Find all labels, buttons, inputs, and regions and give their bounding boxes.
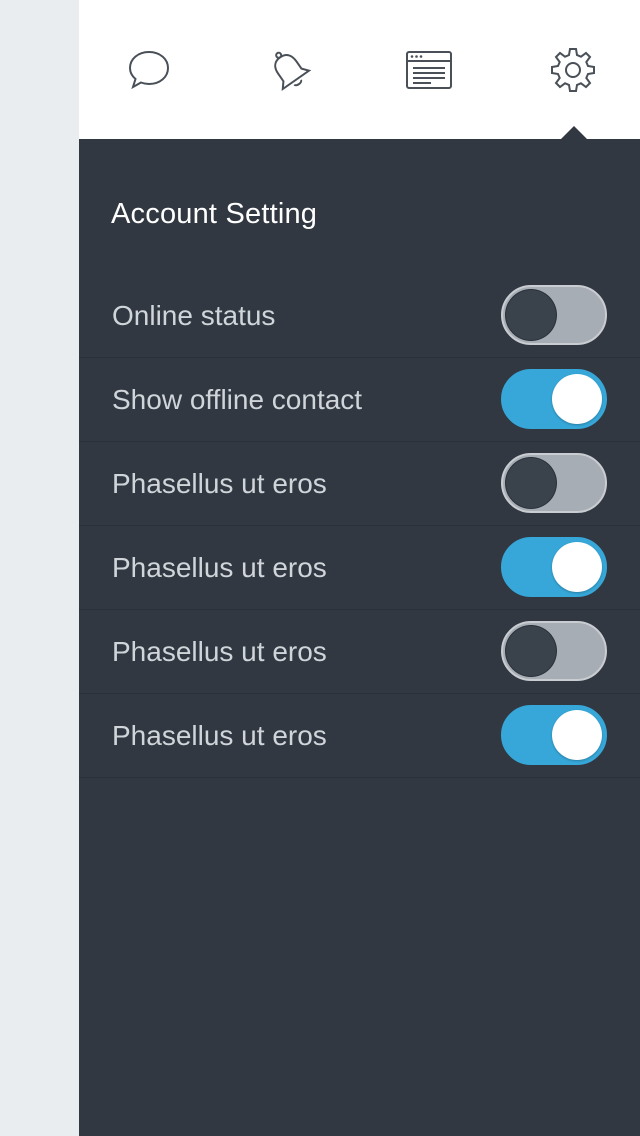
toggle-knob — [552, 542, 602, 592]
setting-label: Phasellus ut eros — [112, 552, 327, 583]
background-strip — [0, 0, 79, 1136]
setting-label: Phasellus ut eros — [112, 720, 327, 751]
setting-toggle-switch[interactable] — [501, 537, 607, 597]
tab-notifications[interactable] — [263, 44, 315, 96]
settings-row: Phasellus ut eros — [79, 694, 640, 778]
settings-row: Phasellus ut eros — [79, 442, 640, 526]
setting-label: Phasellus ut eros — [112, 636, 327, 667]
setting-label: Show offline contact — [112, 384, 363, 415]
bell-icon — [274, 51, 312, 92]
settings-row: Phasellus ut eros — [79, 526, 640, 610]
gear-icon — [551, 48, 595, 92]
setting-label: Online status — [112, 300, 276, 331]
settings-panel: Account Setting Online status Show offlin… — [79, 0, 640, 1136]
setting-toggle-switch[interactable] — [501, 621, 607, 681]
settings-row: Show offline contact — [79, 358, 640, 442]
tab-browser[interactable] — [403, 44, 455, 96]
setting-toggle-switch[interactable] — [501, 285, 607, 345]
toggle-knob — [552, 374, 602, 424]
active-tab-indicator — [561, 126, 587, 139]
setting-toggle-switch[interactable] — [501, 705, 607, 765]
settings-row: Online status — [79, 274, 640, 358]
settings-row: Phasellus ut eros — [79, 610, 640, 694]
tab-settings[interactable] — [547, 44, 599, 96]
chat-bubble-icon — [128, 50, 170, 90]
tab-bar — [79, 0, 640, 139]
toggle-knob — [506, 290, 556, 340]
section-title: Account Setting — [111, 198, 318, 230]
toggle-knob — [552, 710, 602, 760]
browser-window-icon — [406, 51, 452, 89]
setting-toggle-switch[interactable] — [501, 453, 607, 513]
setting-label: Phasellus ut eros — [112, 468, 327, 499]
toggle-knob — [506, 626, 556, 676]
settings-list: Online status Show offline contact Phasell… — [79, 274, 640, 778]
toggle-knob — [506, 458, 556, 508]
setting-toggle-switch[interactable] — [501, 369, 607, 429]
tab-chat[interactable] — [123, 44, 175, 96]
